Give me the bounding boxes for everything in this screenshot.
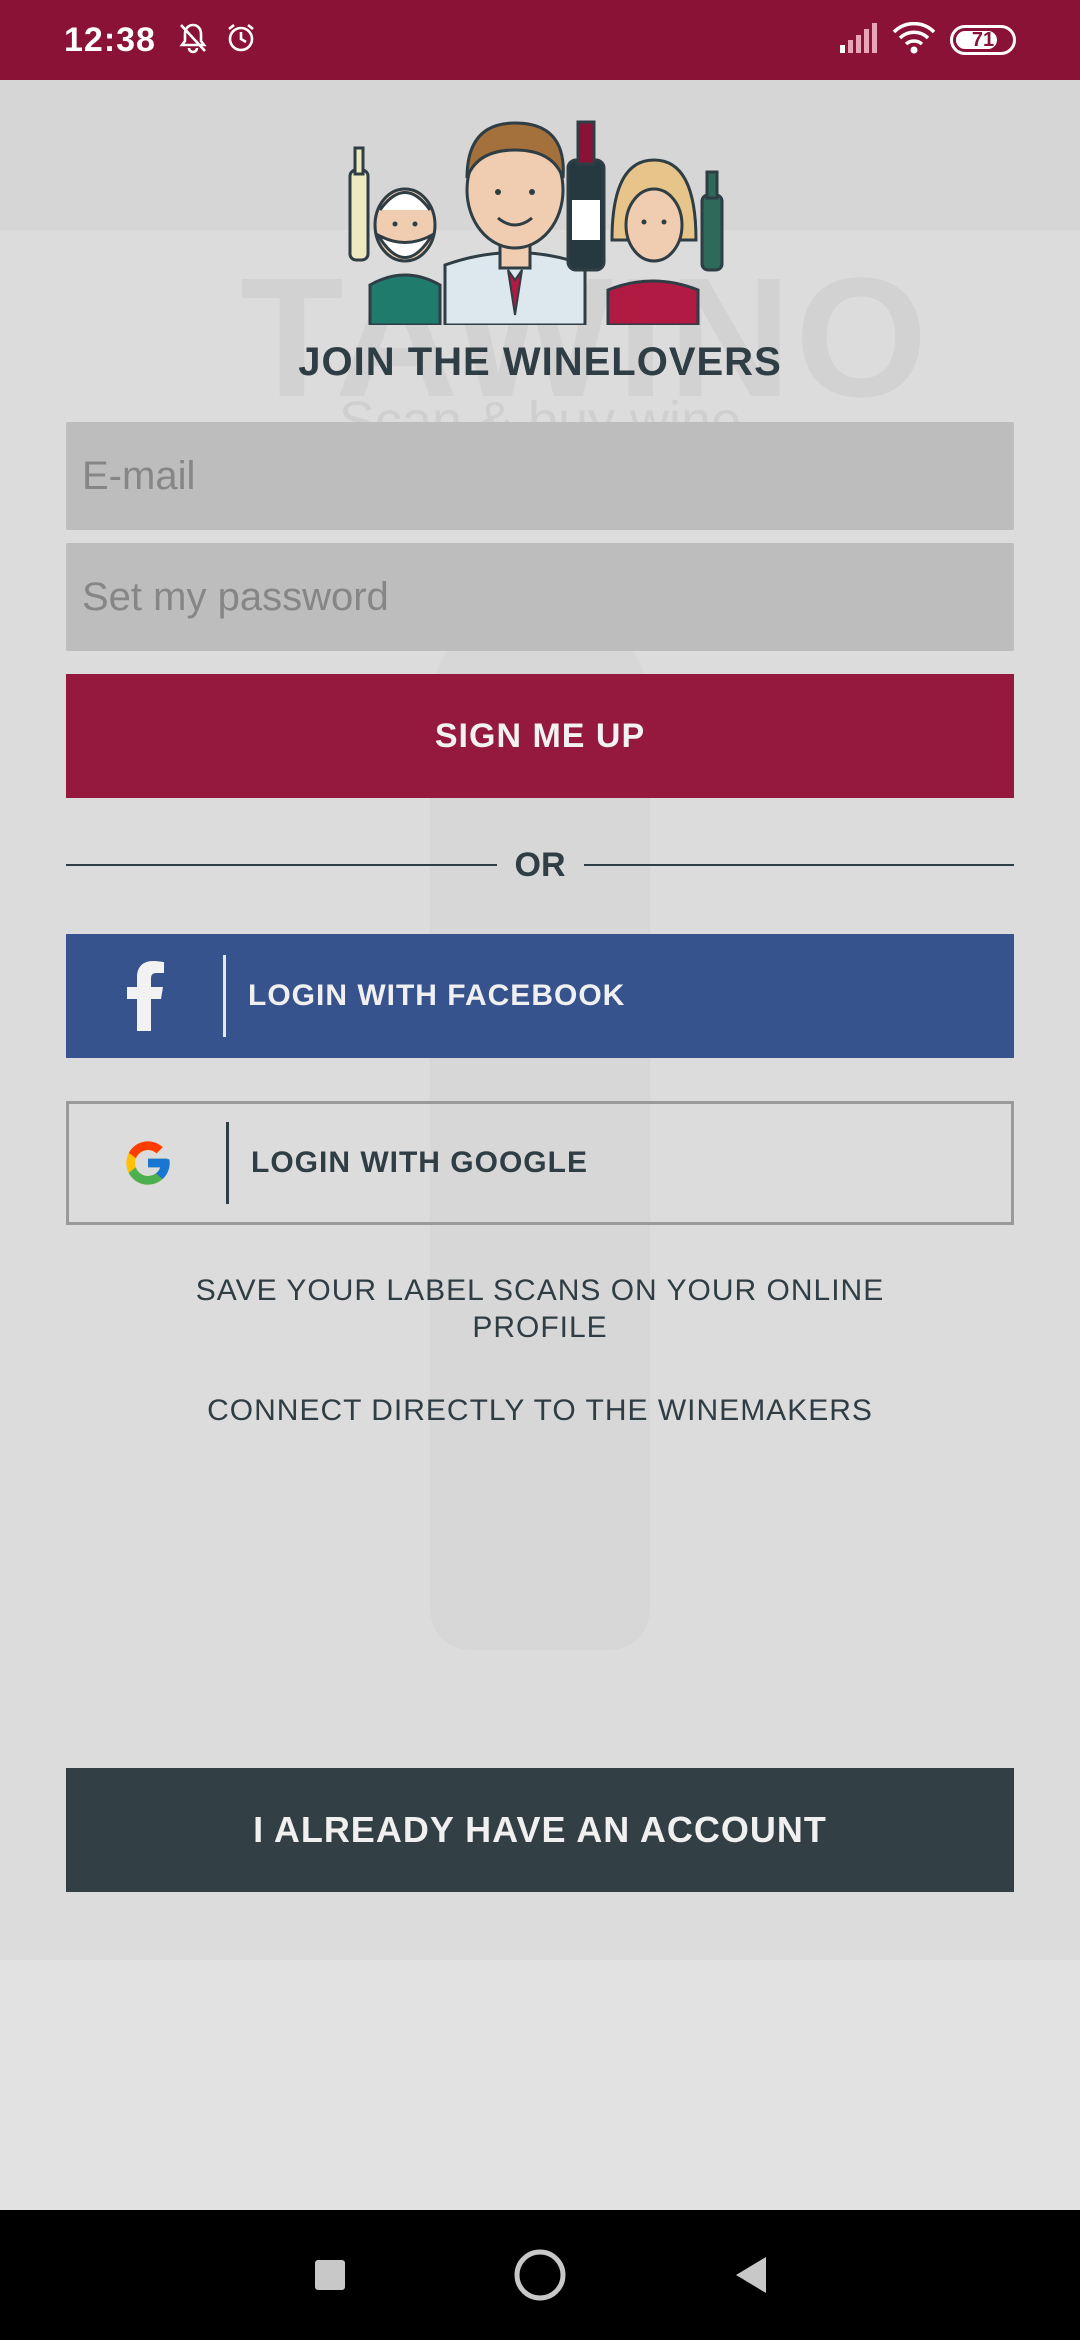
signal-icon [838, 22, 878, 58]
navigation-bar [0, 2210, 1080, 2340]
back-icon[interactable] [720, 2245, 780, 2305]
page-title: JOIN THE WINELOVERS [298, 340, 782, 384]
google-login-label: LOGIN WITH GOOGLE [251, 1146, 588, 1179]
status-icons-right: 71 [838, 21, 1016, 59]
existing-account-button[interactable]: I ALREADY HAVE AN ACCOUNT [66, 1768, 1014, 1892]
status-icons-left [176, 21, 258, 60]
password-field[interactable] [66, 543, 1014, 651]
google-icon [69, 1104, 226, 1222]
divider-line-left [66, 864, 497, 866]
wifi-icon [892, 21, 936, 59]
divider-line-right [583, 864, 1014, 866]
existing-account-label: I ALREADY HAVE AN ACCOUNT [253, 1809, 827, 1850]
facebook-icon [66, 934, 223, 1058]
benefit-connect-winemakers: CONNECT DIRECTLY TO THE WINEMAKERS [207, 1394, 873, 1427]
alarm-icon [224, 21, 258, 60]
battery-level: 71 [971, 28, 995, 51]
sign-up-button[interactable]: SIGN ME UP [66, 674, 1014, 798]
sign-up-label: SIGN ME UP [434, 716, 646, 755]
or-label: OR [514, 845, 566, 884]
background-band-bottom [0, 1960, 1080, 2210]
bell-muted-icon [176, 21, 210, 60]
recent-apps-icon[interactable] [300, 2245, 360, 2305]
battery-icon: 71 [950, 25, 1016, 55]
benefit-save-scans: SAVE YOUR LABEL SCANS ON YOUR ONLINE PRO… [195, 1274, 885, 1344]
home-icon[interactable] [510, 2245, 570, 2305]
winelovers-illustration [340, 100, 740, 327]
facebook-login-label: LOGIN WITH FACEBOOK [248, 979, 626, 1012]
status-time: 12:38 [64, 20, 156, 59]
google-login-button[interactable]: LOGIN WITH GOOGLE [66, 1101, 1014, 1225]
facebook-login-button[interactable]: LOGIN WITH FACEBOOK [66, 934, 1014, 1058]
email-field[interactable] [66, 422, 1014, 530]
or-divider: OR [66, 840, 1014, 890]
status-bar: 12:38 71 [0, 0, 1080, 80]
